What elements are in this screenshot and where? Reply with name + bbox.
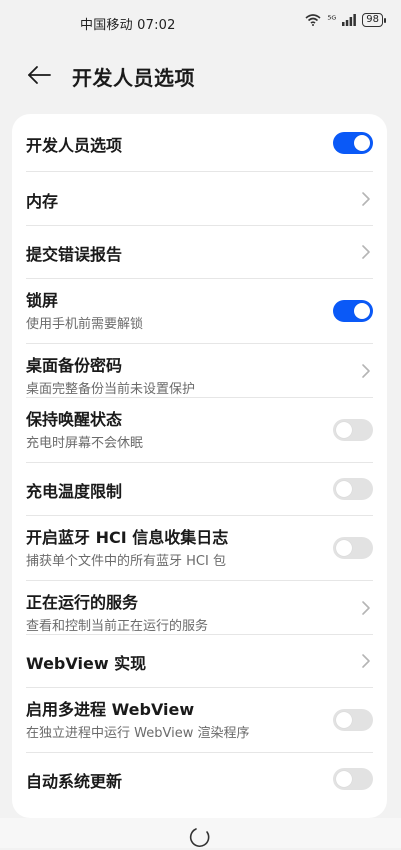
status-carrier-time: 中国移动 07:02: [80, 18, 176, 33]
toggle-switch[interactable]: [333, 537, 373, 559]
status-icons: ⁵ᴳ 98: [305, 13, 386, 27]
status-bar: 中国移动 07:02 ⁵ᴳ 98: [0, 0, 401, 44]
toggle-switch[interactable]: [333, 131, 373, 154]
toggle-knob: [354, 134, 370, 151]
wifi-icon: [305, 14, 321, 26]
setting-row-desktop-backup-password[interactable]: 桌面备份密码桌面完整备份当前未设置保护: [26, 344, 373, 398]
back-arrow-icon[interactable]: [26, 62, 52, 88]
page-header: 开发人员选项: [0, 52, 401, 96]
setting-title: 启用多进程 WebView: [26, 700, 195, 719]
setting-row-auto-system-update[interactable]: 自动系统更新: [26, 753, 373, 805]
setting-row-screen-lock[interactable]: 锁屏使用手机前需要解锁: [26, 279, 373, 344]
setting-row-running-services[interactable]: 正在运行的服务查看和控制当前正在运行的服务: [26, 581, 373, 635]
chevron-right-icon: [362, 191, 370, 206]
setting-title: 充电温度限制: [26, 482, 123, 501]
setting-title: 正在运行的服务: [26, 593, 139, 612]
toggle-knob: [336, 712, 352, 728]
chevron-right-icon: [362, 245, 370, 259]
setting-title: 桌面备份密码: [26, 356, 123, 375]
toggle-switch[interactable]: [333, 768, 373, 790]
setting-subtitle: 在独立进程中运行 WebView 渲染程序: [26, 726, 250, 741]
setting-row-webview-implementation[interactable]: WebView 实现: [26, 635, 373, 688]
setting-subtitle: 查看和控制当前正在运行的服务: [26, 619, 209, 634]
setting-row-memory[interactable]: 内存: [26, 172, 373, 226]
setting-title: 内存: [26, 191, 59, 211]
setting-title: 锁屏: [26, 291, 59, 310]
battery-icon: 98: [362, 13, 386, 27]
toggle-switch[interactable]: [333, 419, 373, 441]
chevron-right-icon: [362, 363, 370, 378]
page-title: 开发人员选项: [72, 66, 195, 90]
toggle-switch[interactable]: [333, 478, 373, 500]
navigation-bar: [0, 818, 401, 848]
chevron-right-icon: [362, 600, 370, 615]
toggle-knob: [336, 540, 352, 556]
setting-row-stay-awake[interactable]: 保持唤醒状态充电时屏幕不会休眠: [26, 398, 373, 463]
network-type-label: ⁵ᴳ: [327, 14, 337, 26]
setting-subtitle: 桌面完整备份当前未设置保护: [26, 382, 196, 397]
setting-row-charging-temp-limit[interactable]: 充电温度限制: [26, 463, 373, 516]
toggle-knob: [336, 422, 352, 438]
toggle-switch[interactable]: [333, 709, 373, 731]
toggle-knob: [336, 481, 352, 497]
settings-list: 开发人员选项 内存提交错误报告 锁屏使用手机前需要解锁桌面备份密码桌面完整备份当前未…: [12, 114, 387, 818]
setting-title: 开发人员选项: [26, 135, 123, 155]
setting-row-developer-options[interactable]: 开发人员选项: [26, 114, 373, 172]
toggle-switch[interactable]: [333, 300, 373, 322]
signal-icon: [342, 14, 357, 26]
home-gesture-icon[interactable]: [187, 824, 213, 850]
setting-row-bluetooth-hci-log[interactable]: 开启蓝牙 HCI 信息收集日志捕获单个文件中的所有蓝牙 HCI 包: [26, 516, 373, 581]
setting-subtitle: 使用手机前需要解锁: [26, 317, 144, 332]
setting-row-multiprocess-webview[interactable]: 启用多进程 WebView 在独立进程中运行 WebView 渲染程序: [26, 688, 373, 753]
setting-subtitle: 捕获单个文件中的所有蓝牙 HCI 包: [26, 554, 226, 569]
toggle-knob: [336, 771, 352, 787]
toggle-knob: [354, 303, 370, 319]
setting-row-bug-report[interactable]: 提交错误报告: [26, 226, 373, 279]
setting-title: 开启蓝牙 HCI 信息收集日志: [26, 528, 229, 547]
setting-title: 保持唤醒状态: [26, 410, 123, 429]
setting-subtitle: 充电时屏幕不会休眠: [26, 436, 144, 451]
setting-title: 提交错误报告: [26, 245, 123, 264]
setting-title: 自动系统更新: [26, 772, 123, 791]
setting-title: WebView 实现: [26, 654, 147, 673]
chevron-right-icon: [362, 654, 370, 668]
